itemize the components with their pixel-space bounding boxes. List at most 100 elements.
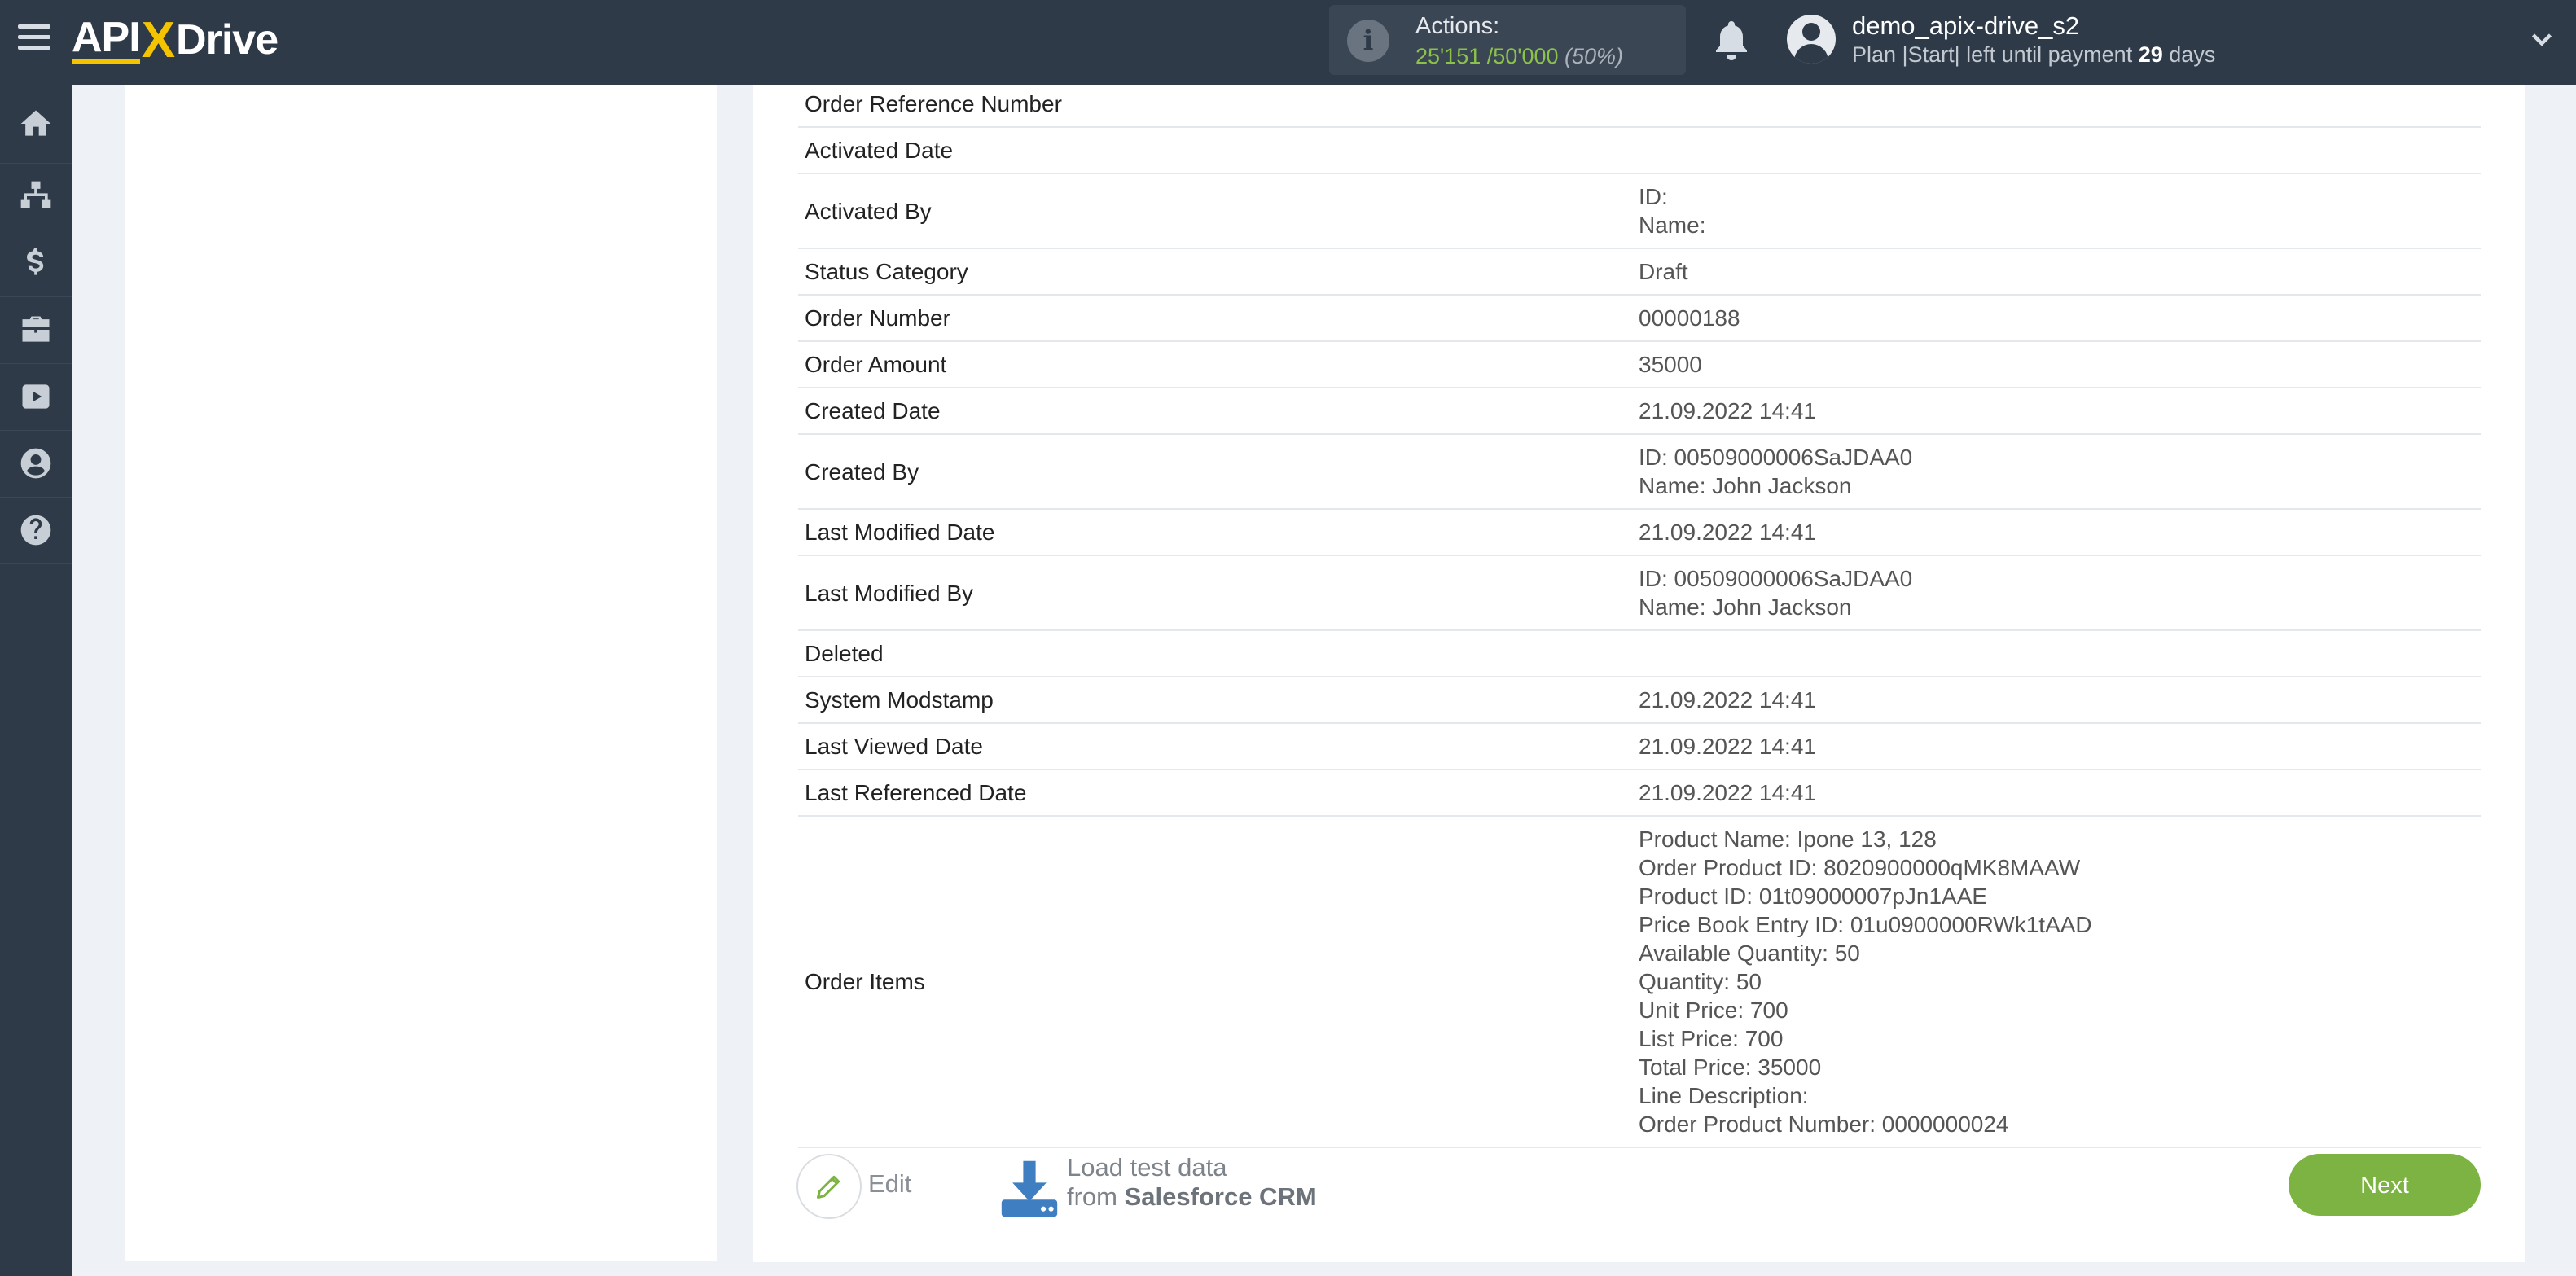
- sidebar-item-help[interactable]: [0, 497, 72, 564]
- field-value: 21.09.2022 14:41: [1639, 509, 2481, 556]
- plan-info: Plan |Start| left until payment 29 days: [1852, 42, 2216, 67]
- field-value-line: Order Product ID: 8020900000qMK8MAAW: [1639, 855, 2081, 880]
- field-value: [1639, 81, 2481, 128]
- field-value-line: Order Product Number: 0000000024: [1639, 1112, 2009, 1137]
- field-name: Last Modified Date: [798, 509, 1639, 556]
- field-value-line: Name: John Jackson: [1639, 473, 1852, 498]
- table-row: Order Number 00000188: [798, 295, 2481, 342]
- sidebar-item-account[interactable]: [0, 430, 72, 498]
- table-row: Deleted: [798, 630, 2481, 677]
- table-row: Order Items Product Name: Ipone 13, 128 Or…: [798, 816, 2481, 1148]
- sidebar-item-billing[interactable]: [0, 230, 72, 297]
- table-row: Status Category Draft: [798, 248, 2481, 296]
- actions-value: 25'151 /50'000 (50%): [1415, 44, 1624, 68]
- table-row: Activated Date: [798, 127, 2481, 174]
- download-icon[interactable]: [998, 1158, 1060, 1220]
- top-bar: API X Drive i Actions: 25'151 /50'000 (50%…: [0, 0, 2576, 85]
- avatar[interactable]: [1787, 15, 1836, 64]
- pencil-icon: [817, 1175, 840, 1199]
- field-value-line: ID: 00509000006SaJDAA0: [1639, 566, 1913, 591]
- field-name: Deleted: [798, 630, 1639, 677]
- field-value: 00000188: [1639, 295, 2481, 342]
- field-name: Activated By: [798, 173, 1639, 249]
- field-value-line: 21.09.2022 14:41: [1639, 398, 1816, 423]
- field-name: Created By: [798, 434, 1639, 510]
- field-value-line: List Price: 700: [1639, 1026, 1784, 1051]
- table-row: Created By ID: 00509000006SaJDAA0 Name: Jo…: [798, 434, 2481, 510]
- field-value-line: Total Price: 35000: [1639, 1055, 1822, 1080]
- table-row: System Modstamp 21.09.2022 14:41: [798, 677, 2481, 724]
- field-value-line: Quantity: 50: [1639, 969, 1762, 994]
- field-value-line: 21.09.2022 14:41: [1639, 520, 1816, 545]
- field-value-line: 21.09.2022 14:41: [1639, 734, 1816, 759]
- field-value: 21.09.2022 14:41: [1639, 770, 2481, 817]
- youtube-icon: [22, 384, 50, 409]
- field-value-line: 00000188: [1639, 305, 1740, 331]
- field-value: ID: 00509000006SaJDAA0 Name: John Jackson: [1639, 555, 2481, 631]
- left-panel: [125, 85, 717, 1261]
- chevron-down-icon[interactable]: [2530, 28, 2554, 52]
- field-value-line: Product Name: Ipone 13, 128: [1639, 827, 1937, 852]
- field-name: Order Items: [798, 816, 1639, 1148]
- field-value-line: Available Quantity: 50: [1639, 941, 1860, 966]
- table-row: Last Modified Date 21.09.2022 14:41: [798, 509, 2481, 556]
- table-row: Last Referenced Date 21.09.2022 14:41: [798, 770, 2481, 817]
- field-value-line: 21.09.2022 14:41: [1639, 780, 1816, 805]
- field-value: 21.09.2022 14:41: [1639, 388, 2481, 435]
- edit-button[interactable]: [796, 1154, 862, 1219]
- menu-icon[interactable]: [18, 24, 50, 57]
- sidebar-item-services[interactable]: [0, 296, 72, 364]
- field-value-line: Draft: [1639, 259, 1688, 284]
- help-icon: [20, 515, 51, 546]
- field-value-line: Name:: [1639, 213, 1706, 238]
- sidebar-item-home[interactable]: [0, 85, 72, 164]
- field-name: Last Viewed Date: [798, 723, 1639, 770]
- user-name[interactable]: demo_apix-drive_s2: [1852, 11, 2079, 41]
- field-name: Activated Date: [798, 127, 1639, 174]
- field-name: Last Modified By: [798, 555, 1639, 631]
- field-value: [1639, 127, 2481, 174]
- field-name: Created Date: [798, 388, 1639, 435]
- field-value: Product Name: Ipone 13, 128 Order Product…: [1639, 816, 2481, 1148]
- field-value-line: Unit Price: 700: [1639, 998, 1788, 1023]
- field-value: 21.09.2022 14:41: [1639, 677, 2481, 724]
- table-row: Last Modified By ID: 00509000006SaJDAA0 Na…: [798, 555, 2481, 631]
- actions-label: Actions:: [1415, 13, 1500, 39]
- info-icon: i: [1347, 20, 1389, 62]
- fields-table: Order Reference Number Activated Date Acti…: [798, 81, 2481, 1148]
- table-row: Last Viewed Date 21.09.2022 14:41: [798, 723, 2481, 770]
- field-name: Order Number: [798, 295, 1639, 342]
- sidebar-item-video[interactable]: [0, 363, 72, 431]
- field-value-line: Line Description:: [1639, 1083, 1809, 1108]
- bell-icon[interactable]: [1712, 20, 1751, 62]
- user-circle-icon: [20, 448, 51, 479]
- table-row: Order Amount 35000: [798, 341, 2481, 388]
- edit-label[interactable]: Edit: [868, 1169, 911, 1199]
- field-name: Last Referenced Date: [798, 770, 1639, 817]
- field-value: ID: 00509000006SaJDAA0 Name: John Jackson: [1639, 434, 2481, 510]
- next-button[interactable]: Next: [2289, 1154, 2481, 1216]
- table-row: Activated By ID: Name:: [798, 173, 2481, 249]
- briefcase-icon: [22, 316, 50, 342]
- field-value-line: 21.09.2022 14:41: [1639, 687, 1816, 713]
- field-name: Status Category: [798, 248, 1639, 296]
- field-name: System Modstamp: [798, 677, 1639, 724]
- field-value-line: Price Book Entry ID: 01u0900000RWk1tAAD: [1639, 912, 2092, 937]
- field-value: Draft: [1639, 248, 2481, 296]
- field-value-line: ID:: [1639, 184, 1668, 209]
- sidebar-item-connections[interactable]: [0, 163, 72, 230]
- field-value-line: 35000: [1639, 352, 1702, 377]
- table-row: Created Date 21.09.2022 14:41: [798, 388, 2481, 435]
- field-value-line: Name: John Jackson: [1639, 594, 1852, 620]
- load-source[interactable]: from Salesforce CRM: [1067, 1182, 1317, 1212]
- field-value: ID: Name:: [1639, 173, 2481, 249]
- field-name: Order Reference Number: [798, 81, 1639, 128]
- sitemap-icon: [20, 181, 51, 208]
- field-value-line: ID: 00509000006SaJDAA0: [1639, 445, 1913, 470]
- dollar-icon: [27, 248, 44, 275]
- field-value-line: Product ID: 01t09000007pJn1AAE: [1639, 884, 1988, 909]
- field-name: Order Amount: [798, 341, 1639, 388]
- field-value: 21.09.2022 14:41: [1639, 723, 2481, 770]
- load-test-data-link[interactable]: Load test data: [1067, 1153, 1227, 1182]
- apix-drive-logo[interactable]: API X Drive: [72, 11, 279, 68]
